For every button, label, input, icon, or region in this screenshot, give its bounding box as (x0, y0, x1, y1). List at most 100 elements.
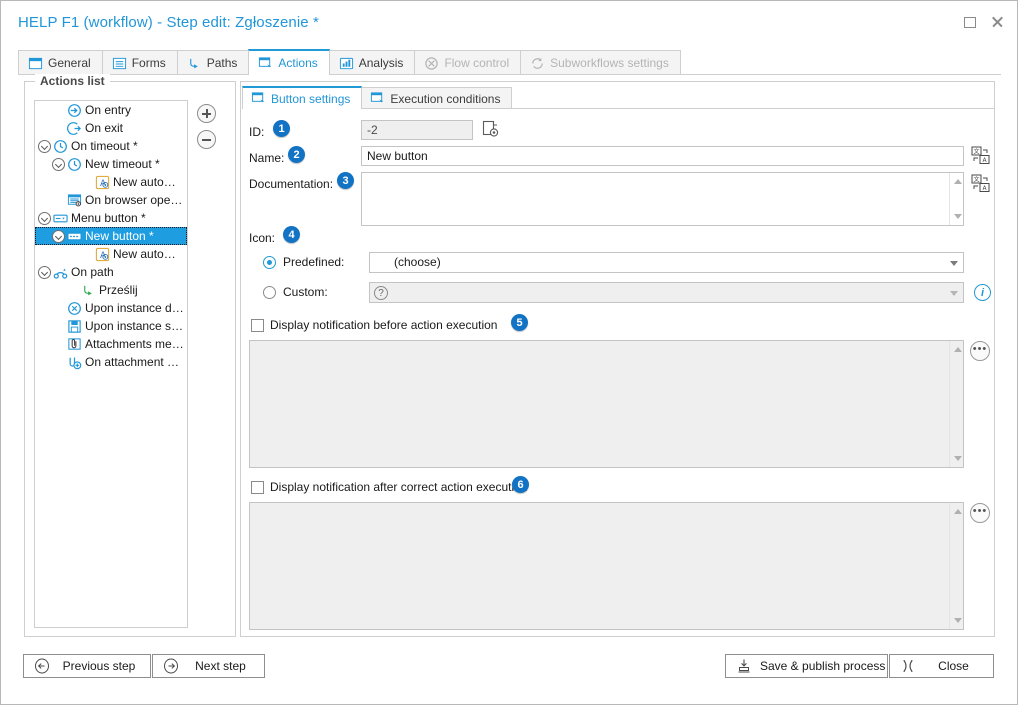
tree-item[interactable]: On entry (35, 101, 187, 119)
next-step-button[interactable]: Next step (152, 654, 265, 678)
button-icon (67, 229, 82, 244)
notification-after-scrollbar[interactable] (949, 503, 963, 629)
clock-icon (67, 157, 82, 172)
attachment-add-icon (67, 355, 82, 370)
tree-item[interactable]: On timeout * (35, 137, 187, 155)
panel-tab-label: Button settings (271, 92, 350, 106)
expander-icon[interactable] (38, 212, 51, 225)
tree-spacer (66, 284, 79, 297)
tree-item[interactable]: Attachments menu (35, 335, 187, 353)
menu-button-icon (53, 211, 68, 226)
documentation-scrollbar[interactable] (949, 173, 963, 225)
previous-step-button[interactable]: Previous step (23, 654, 151, 678)
tree-item[interactable]: New timeout * (35, 155, 187, 173)
browser-icon (67, 193, 82, 208)
tab-forms[interactable]: Forms (102, 50, 178, 75)
notification-before-scrollbar[interactable] (949, 341, 963, 467)
notification-before-checkbox-row[interactable]: Display notification before action execu… (251, 318, 497, 332)
predefined-icon-select[interactable]: (choose) (369, 252, 964, 273)
button-settings-icon (251, 91, 266, 106)
notification-after-textarea (249, 502, 964, 630)
info-icon[interactable]: i (974, 284, 991, 301)
tree-item[interactable]: Prześlij (35, 281, 187, 299)
expander-icon[interactable] (38, 140, 51, 153)
copy-settings-icon[interactable] (481, 120, 501, 143)
tree-item[interactable]: Upon instance saving (35, 317, 187, 335)
notification-after-checkbox-row[interactable]: Display notification after correct actio… (251, 480, 527, 494)
predefined-radio-row[interactable]: Predefined: (263, 255, 344, 269)
tree-item[interactable]: ANew automa... (35, 173, 187, 191)
tree-item[interactable]: On exit (35, 119, 187, 137)
tree-item-label: Menu button * (71, 211, 146, 225)
notification-after-more-button[interactable]: ••• (970, 503, 990, 523)
tree-item[interactable]: Menu button * (35, 209, 187, 227)
scroll-down-icon[interactable] (954, 214, 962, 219)
window-icon (28, 56, 43, 71)
add-action-button[interactable] (197, 104, 216, 123)
tree-item[interactable]: On browser opening (35, 191, 187, 209)
save-publish-button[interactable]: Save & publish process (725, 654, 888, 678)
tab-general[interactable]: General (18, 50, 103, 75)
name-field[interactable]: New button (361, 146, 964, 166)
tree-spacer (52, 104, 65, 117)
notification-after-checkbox[interactable] (251, 481, 264, 494)
tab-subworkflows-settings: Subworkflows settings (520, 50, 681, 75)
tree-item[interactable]: ANew automa... (35, 245, 187, 263)
page-title: HELP F1 (workflow) - Step edit: Zgłoszen… (18, 14, 319, 31)
remove-action-button[interactable] (197, 130, 216, 149)
tab-label: Flow control (444, 56, 509, 70)
notification-before-label: Display notification before action execu… (270, 318, 497, 332)
tab-paths[interactable]: Paths (177, 50, 250, 75)
content-area: Actions list On entryOn exitOn timeout *… (18, 75, 1001, 645)
tree-spacer (52, 338, 65, 351)
svg-text:文: 文 (973, 176, 979, 184)
translate-icon[interactable]: 文 A (971, 146, 990, 168)
custom-radio[interactable] (263, 286, 276, 299)
tree-item[interactable]: On attachment add (35, 353, 187, 371)
actions-tree[interactable]: On entry On exitOn timeout *New timeout *… (34, 100, 188, 628)
badge-5: 5 (511, 314, 528, 331)
chevron-down-icon[interactable] (950, 261, 958, 266)
scroll-up-icon[interactable] (954, 179, 962, 184)
maximize-icon[interactable] (963, 15, 977, 29)
tab-analysis[interactable]: Analysis (329, 50, 416, 75)
question-mark-icon: ? (374, 286, 388, 300)
tree-item-label: New automa... (113, 247, 185, 261)
step-edit-window: HELP F1 (workflow) - Step edit: Zgłoszen… (0, 0, 1018, 705)
scroll-up-icon[interactable] (954, 509, 962, 514)
close-button[interactable]: Close (889, 654, 994, 678)
custom-radio-row[interactable]: Custom: (263, 285, 328, 299)
tree-item-label: On entry (85, 103, 131, 117)
panel-tab-execution-conditions[interactable]: Execution conditions (361, 87, 512, 109)
tree-item-label: New button * (85, 229, 154, 243)
predefined-radio[interactable] (263, 256, 276, 269)
tree-item-label: Prześlij (99, 283, 138, 297)
close-icon[interactable] (991, 15, 1005, 29)
expander-icon[interactable] (38, 266, 51, 279)
tree-item[interactable]: Upon instance delet... (35, 299, 187, 317)
expander-icon[interactable] (52, 158, 65, 171)
expander-icon[interactable] (52, 230, 65, 243)
action-window-icon (258, 56, 273, 71)
scroll-down-icon[interactable] (954, 618, 962, 623)
documentation-textarea[interactable] (361, 172, 964, 226)
tab-actions[interactable]: Actions (248, 49, 329, 75)
tree-item-label: Upon instance delet... (85, 301, 185, 315)
custom-icon-select: ? (369, 282, 964, 303)
notification-before-more-button[interactable]: ••• (970, 341, 990, 361)
translate-icon[interactable]: 文 A (971, 174, 990, 196)
tree-spacer (80, 176, 93, 189)
on-entry-icon (67, 103, 82, 118)
panel-tab-bar: Button settings Execution conditions (242, 86, 511, 109)
scroll-down-icon[interactable] (954, 456, 962, 461)
scroll-up-icon[interactable] (954, 347, 962, 352)
tree-item-label: New automa... (113, 175, 185, 189)
tree-item[interactable]: New button * (35, 227, 187, 245)
on-exit-icon (67, 121, 82, 136)
tree-item[interactable]: On path (35, 263, 187, 281)
panel-tab-button-settings[interactable]: Button settings (242, 86, 362, 109)
icon-section-label: Icon: (249, 231, 275, 245)
notification-before-checkbox[interactable] (251, 319, 264, 332)
arrow-left-circle-icon (34, 658, 50, 674)
badge-4: 4 (283, 226, 300, 243)
